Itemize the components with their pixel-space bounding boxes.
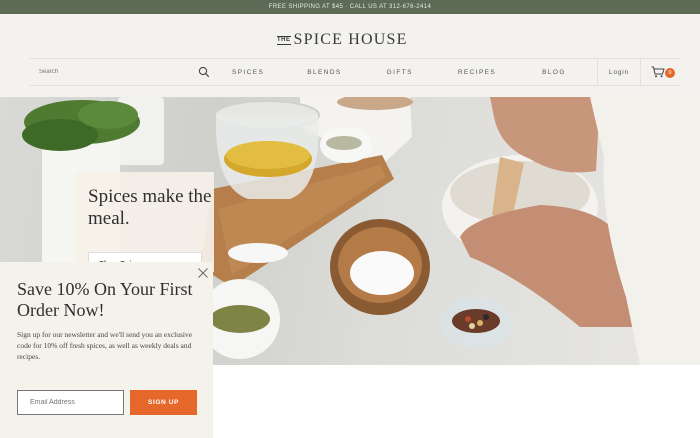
hero-title: Spices make the meal. [88,186,212,229]
search-icon[interactable] [198,66,210,78]
email-field[interactable] [17,390,124,415]
hero-card: Spices make the meal. Shop Spices [76,172,214,274]
nav-item-blog[interactable]: BLOG [542,69,566,76]
newsletter-popup: Save 10% On Your First Order Now! Sign u… [0,262,213,438]
sign-up-button[interactable]: SIGN UP [130,390,197,415]
logo[interactable]: THE SPICE HOUSE [277,30,408,50]
cart-icon [651,66,665,78]
nav-item-recipes[interactable]: RECIPES [458,69,496,76]
nav-item-spices[interactable]: SPICES [232,69,264,76]
search-box [29,58,214,86]
main-nav: SPICES BLENDS GIFTS RECIPES BLOG [224,69,566,76]
promo-bar: FREE SHIPPING AT $45 · CALL US AT 312-67… [0,0,700,14]
logo-the: THE [277,35,291,45]
nav-row: SPICES BLENDS GIFTS RECIPES BLOG Login 0 [29,58,681,86]
cart-button[interactable]: 0 [651,65,677,81]
promo-text: FREE SHIPPING AT $45 · CALL US AT 312-67… [268,4,432,10]
login-link[interactable]: Login [597,59,641,85]
search-input[interactable] [39,69,189,75]
cart-count-badge: 0 [665,68,675,78]
nav-item-gifts[interactable]: GIFTS [387,69,413,76]
site-header: THE SPICE HOUSE SPICES BLENDS GIFTS RECI… [0,14,700,97]
close-icon[interactable] [197,267,209,279]
logo-wordmark: SPICE HOUSE [293,31,408,48]
nav-item-blends[interactable]: BLENDS [307,69,341,76]
popup-title: Save 10% On Your First Order Now! [17,279,193,320]
popup-description: Sign up for our newsletter and we'll sen… [17,330,193,361]
